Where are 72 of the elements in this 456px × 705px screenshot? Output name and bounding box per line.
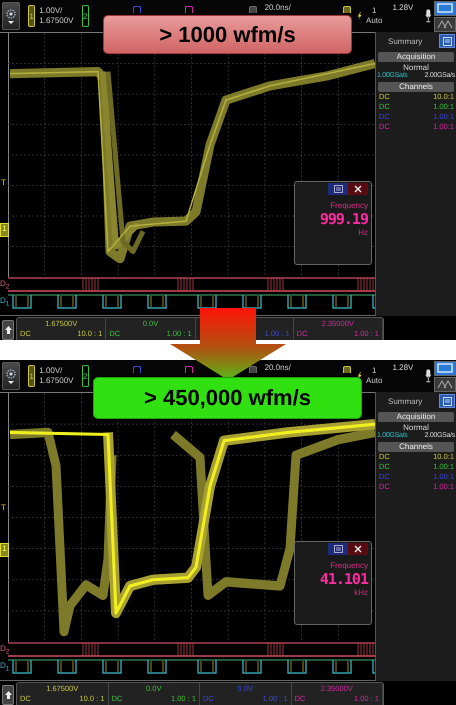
trigger-button[interactable] (342, 6, 351, 13)
ground-marker: 1 (0, 223, 9, 237)
measurement-value: 41.101 (320, 570, 368, 588)
measurement-unit: Hz (358, 228, 368, 237)
measurement-name: Frequency (330, 201, 368, 210)
timebase-button[interactable] (248, 6, 257, 13)
screen-icon (436, 3, 453, 13)
trigger-mode: Auto (366, 376, 382, 386)
acquisition-mode: Normal (403, 63, 429, 72)
menu-icon (442, 36, 452, 46)
timebase-button[interactable] (248, 366, 257, 373)
menu-button[interactable] (2, 2, 20, 30)
channel-button[interactable]: 2 (82, 5, 89, 27)
cursor-button[interactable] (434, 16, 456, 32)
channel-button[interactable] (132, 6, 141, 13)
menu-icon (334, 185, 342, 193)
timebase-value: 20.0ns/ (264, 363, 291, 372)
section-header: Channels (378, 442, 454, 452)
cursor-icon (436, 379, 453, 389)
trigger-mode: Auto (366, 16, 382, 26)
measurement-name: Frequency (330, 561, 368, 570)
trigger-marker: T (1, 503, 6, 512)
menu-button[interactable] (2, 362, 20, 390)
summary-tab[interactable]: Summary (388, 396, 422, 406)
digital-channel-label: D$_{1}$ (0, 295, 8, 310)
trigger-level: 1.28V (392, 3, 414, 12)
channel-button[interactable] (184, 6, 193, 13)
up-arrow-icon (4, 326, 12, 334)
timebase-value: 20.0ns/ (264, 3, 291, 12)
up-arrow-icon (4, 691, 12, 699)
menu-button[interactable] (328, 543, 348, 555)
channel-button[interactable]: 2 (82, 365, 89, 387)
channel-button[interactable]: 1 (28, 5, 36, 27)
channel-button[interactable] (184, 366, 193, 373)
vertical-scale: 1.00V/ (39, 366, 64, 376)
close-icon (354, 185, 362, 193)
channel-button[interactable] (132, 366, 141, 373)
menu-icon (442, 396, 452, 406)
screen-icon (436, 363, 453, 373)
ground-marker: 1 (0, 543, 9, 557)
expand-button[interactable] (2, 320, 14, 340)
acquisition-mode: Normal (403, 423, 429, 432)
menu-button[interactable] (328, 183, 348, 195)
trigger-level: 1.28V (392, 363, 414, 372)
vertical-offset: 1.67500V (39, 376, 74, 386)
display-button[interactable] (434, 360, 456, 376)
section-header: Acquisition (378, 52, 454, 62)
rate-banner: > 1000 wfm/s (103, 15, 352, 54)
section-header: Channels (378, 82, 454, 92)
measurement-value: 999.19 (320, 210, 368, 228)
trigger-marker: T (1, 178, 6, 187)
summary-tab[interactable]: Summary (388, 36, 422, 46)
close-icon (354, 545, 362, 553)
trigger-source: 1 (372, 6, 376, 16)
expand-button[interactable] (2, 685, 14, 705)
trigger-source: 1 (372, 366, 376, 376)
vertical-scale: 1.00V/ (39, 6, 64, 16)
digital-channel-label: D$_{2}$ (0, 643, 8, 658)
display-button[interactable] (434, 0, 456, 16)
vertical-offset: 1.67500V (39, 16, 74, 26)
trigger-button[interactable] (342, 366, 351, 373)
close-button[interactable] (348, 183, 368, 195)
close-button[interactable] (348, 543, 368, 555)
digital-channel-label: D$_{2}$ (0, 278, 8, 293)
digital-channel-label: D$_{1}$ (0, 660, 8, 675)
rate-banner: > 450,000 wfm/s (93, 377, 362, 419)
menu-icon (334, 545, 342, 553)
cursor-icon (436, 19, 453, 29)
cursor-button[interactable] (434, 376, 456, 392)
measurement-unit: kHz (354, 588, 368, 597)
section-header: Acquisition (378, 412, 454, 422)
channel-button[interactable]: 1 (28, 365, 36, 387)
